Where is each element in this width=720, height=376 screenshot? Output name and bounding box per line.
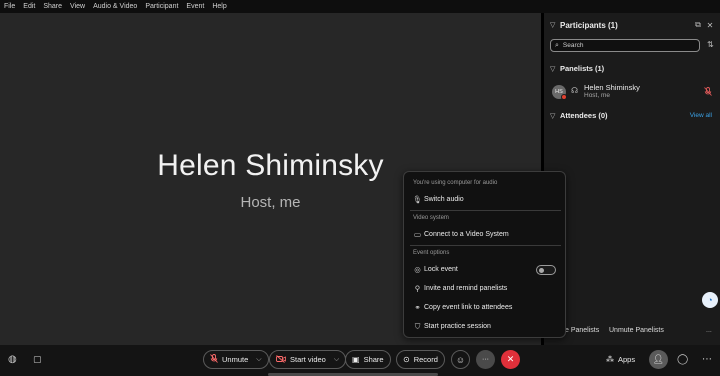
headset-icon: ☊ bbox=[571, 86, 579, 95]
practice-label: Start practice session bbox=[424, 323, 491, 330]
menu-help[interactable]: Help bbox=[212, 3, 226, 10]
attendees-section-header[interactable]: ▽ Attendees (0) View all bbox=[550, 110, 716, 121]
muted-mic-icon[interactable] bbox=[704, 87, 712, 98]
chevron-down-icon[interactable]: ⌵ bbox=[256, 356, 261, 364]
menu-audio-video[interactable]: Audio & Video bbox=[93, 3, 137, 10]
microphone-icon: 🎙︎ bbox=[412, 195, 423, 204]
lock-event-toggle[interactable] bbox=[536, 265, 556, 275]
menu-event[interactable]: Event bbox=[186, 3, 204, 10]
sort-icon[interactable]: ⇅ bbox=[707, 40, 714, 49]
connect-video-label: Connect to a Video System bbox=[424, 231, 509, 238]
apps-grid-icon: ⁂ bbox=[606, 355, 614, 364]
lock-event-label: Lock event bbox=[424, 266, 458, 273]
apps-label: Apps bbox=[618, 355, 636, 364]
participants-toggle-button[interactable]: 👤︎ bbox=[649, 350, 668, 369]
attendees-title: Attendees (0) bbox=[560, 111, 608, 120]
share-screen-icon: ▣ bbox=[352, 355, 360, 364]
switch-audio-label: Switch audio bbox=[424, 196, 464, 203]
start-video-label: Start video bbox=[290, 355, 326, 364]
more-options-icon[interactable]: ... bbox=[706, 327, 712, 334]
menu-share[interactable]: Share bbox=[43, 3, 62, 10]
share-button[interactable]: ▣ Share bbox=[345, 350, 391, 369]
meeting-toolbar: ◍ ▢ Unmute ⌵ Start video ⌵ ▣ Share ⊙ Rec… bbox=[0, 345, 720, 376]
menu-item-practice-session[interactable]: ⛉ Start practice session bbox=[411, 320, 561, 333]
invite-label: Invite and remind panelists bbox=[424, 285, 508, 292]
record-icon: ⊙ bbox=[403, 355, 410, 364]
video-system-label: Video system bbox=[413, 215, 449, 221]
participants-icon: 👤︎ bbox=[652, 354, 665, 364]
audio-status-label: You're using computer for audio bbox=[413, 180, 498, 186]
record-button[interactable]: ⊙ Record bbox=[396, 350, 445, 369]
view-all-link[interactable]: View all bbox=[690, 112, 712, 119]
apps-button[interactable]: ⁂ Apps bbox=[600, 350, 641, 369]
menu-file[interactable]: File bbox=[4, 3, 15, 10]
menu-bar: File Edit Share View Audio & Video Parti… bbox=[0, 0, 720, 13]
mute-panelists-button[interactable]: e Panelists bbox=[565, 327, 599, 334]
more-options-button[interactable]: ··· bbox=[476, 350, 495, 369]
menu-divider bbox=[410, 245, 561, 246]
panelists-title: Panelists (1) bbox=[560, 64, 605, 73]
unmute-panelists-button[interactable]: Unmute Panelists bbox=[609, 327, 664, 334]
more-options-menu: You're using computer for audio 🎙︎ Switc… bbox=[403, 171, 566, 338]
menu-item-copy-link[interactable]: ⚭ Copy event link to attendees bbox=[411, 301, 561, 314]
participants-panel: ▽ Participants (1) ⧉ ✕ ⌕ ⇅ ▽ Panelists (… bbox=[544, 13, 720, 345]
person-icon: ⚲ bbox=[414, 284, 421, 293]
toggle-knob bbox=[539, 268, 544, 273]
video-system-icon: ▭ bbox=[413, 230, 422, 239]
chevron-down-icon[interactable]: ⌵ bbox=[334, 356, 339, 364]
chat-icon[interactable]: ◯ bbox=[677, 354, 688, 365]
panelist-role: Host, me bbox=[584, 92, 611, 99]
search-icon: ⌕ bbox=[555, 41, 559, 49]
menu-edit[interactable]: Edit bbox=[23, 3, 35, 10]
more-icon[interactable]: ⋯ bbox=[702, 354, 712, 365]
ai-assistant-icon[interactable]: ◍ bbox=[8, 354, 17, 365]
menu-item-invite-panelists[interactable]: ⚲ Invite and remind panelists bbox=[411, 282, 561, 295]
start-video-button[interactable]: Start video ⌵ bbox=[269, 350, 347, 369]
panel-actions: e Panelists Unmute Panelists ... bbox=[544, 327, 720, 339]
participants-title: Participants (1) bbox=[560, 20, 618, 30]
menu-item-connect-video[interactable]: ▭ Connect to a Video System bbox=[411, 228, 561, 241]
search-input[interactable] bbox=[562, 42, 683, 49]
popout-icon[interactable]: ⧉ bbox=[692, 20, 704, 30]
chevron-down-icon[interactable]: ▽ bbox=[550, 21, 560, 29]
emoji-icon: ☺ bbox=[455, 354, 466, 365]
participants-header: ▽ Participants (1) ⧉ ✕ bbox=[550, 19, 716, 31]
unmute-label: Unmute bbox=[222, 355, 249, 364]
chevron-down-icon: ▽ bbox=[550, 65, 556, 73]
share-label: Share bbox=[363, 355, 384, 364]
host-badge-icon bbox=[561, 94, 567, 100]
unmute-button[interactable]: Unmute ⌵ bbox=[203, 350, 269, 369]
menu-participant[interactable]: Participant bbox=[145, 3, 178, 10]
close-icon[interactable]: ✕ bbox=[704, 21, 716, 30]
copy-link-label: Copy event link to attendees bbox=[424, 304, 513, 311]
end-call-button[interactable]: ✕ bbox=[501, 350, 520, 369]
chevron-down-icon: ▽ bbox=[550, 112, 556, 120]
reactions-button[interactable]: ☺ bbox=[451, 350, 470, 369]
menu-item-switch-audio[interactable]: 🎙︎ Switch audio bbox=[411, 193, 561, 206]
assistant-icon[interactable]: ◔ bbox=[702, 292, 718, 308]
panelists-section-header[interactable]: ▽ Panelists (1) bbox=[550, 63, 716, 74]
muted-mic-icon bbox=[210, 354, 218, 365]
record-label: Record bbox=[413, 355, 438, 364]
link-icon: ⚭ bbox=[414, 303, 421, 312]
practice-session-icon: ⛉ bbox=[414, 321, 421, 331]
participant-search[interactable]: ⌕ bbox=[550, 39, 700, 52]
list-item-panelist[interactable]: HS ☊ Helen Shiminsky Host, me bbox=[552, 83, 716, 103]
menu-view[interactable]: View bbox=[70, 3, 85, 10]
close-icon: ✕ bbox=[506, 354, 515, 364]
event-options-label: Event options bbox=[413, 250, 450, 256]
captions-icon[interactable]: ▢ bbox=[33, 354, 42, 365]
video-off-icon bbox=[276, 354, 286, 365]
menu-divider bbox=[410, 210, 561, 211]
more-options-label: ··· bbox=[482, 356, 489, 363]
lock-icon: ◎ bbox=[414, 265, 421, 274]
panelist-name: Helen Shiminsky bbox=[584, 83, 640, 92]
